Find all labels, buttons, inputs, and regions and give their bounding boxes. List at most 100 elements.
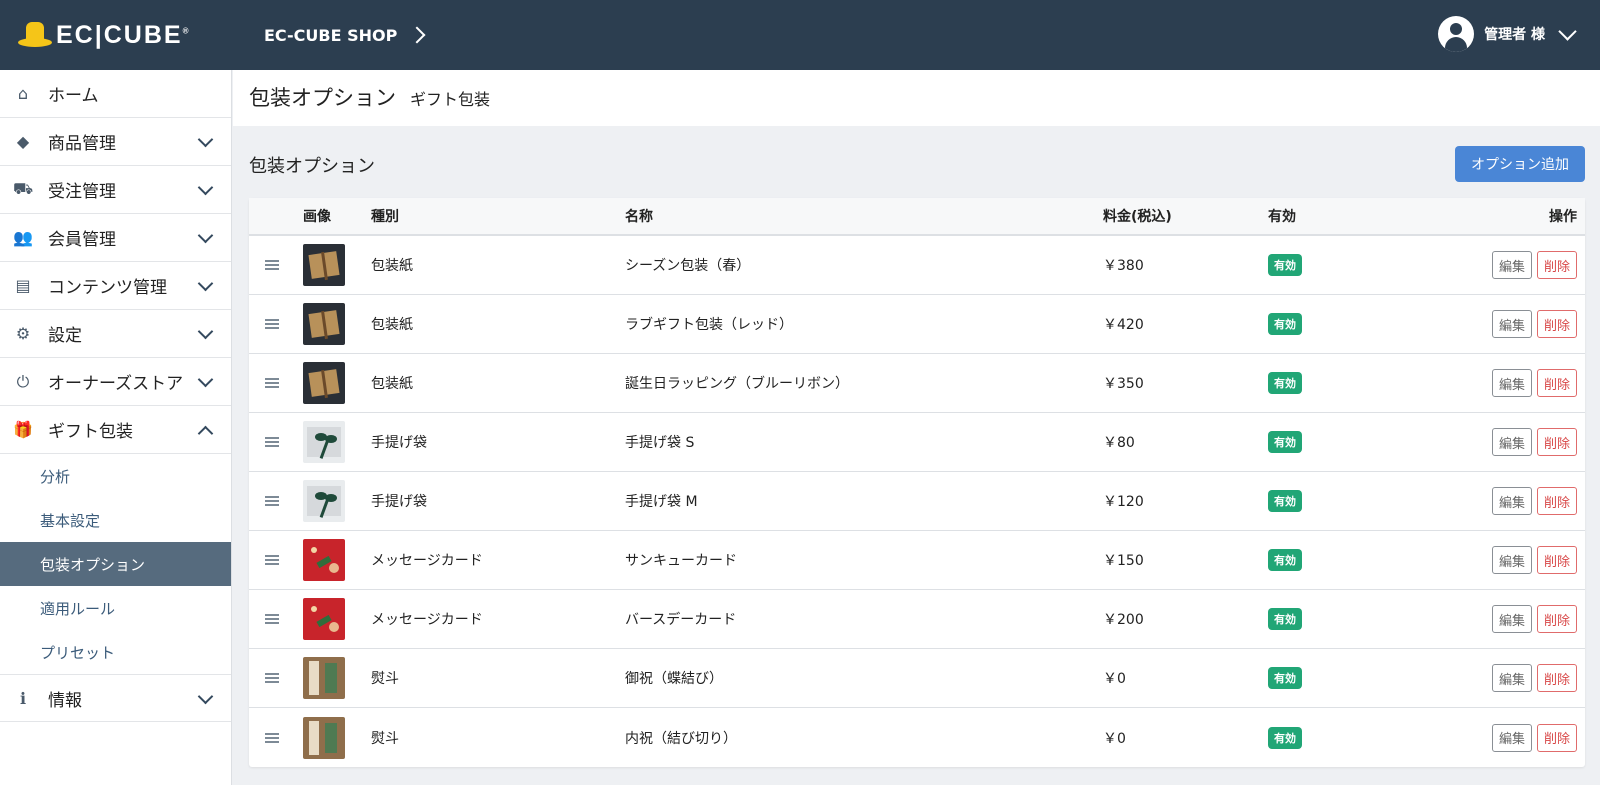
drag-handle-icon[interactable] xyxy=(265,319,279,329)
ec-cube-logo[interactable]: EC|CUBE® xyxy=(18,20,238,50)
shop-name: EC-CUBE SHOP xyxy=(264,25,398,45)
drag-handle-icon[interactable] xyxy=(265,614,279,624)
status-badge: 有効 xyxy=(1268,667,1302,689)
drag-handle-icon[interactable] xyxy=(265,555,279,565)
delete-button[interactable]: 削除 xyxy=(1536,428,1577,456)
hat-logo-icon xyxy=(18,20,52,50)
sidebar-subitem-basic-settings[interactable]: 基本設定 xyxy=(0,498,231,542)
drag-handle-icon[interactable] xyxy=(265,732,279,743)
table-row: 熨斗 御祝（蝶結び） ￥0 有効 編集 削除 xyxy=(249,649,1585,708)
delete-button[interactable]: 削除 xyxy=(1536,546,1577,574)
option-price: ￥0 xyxy=(1103,730,1126,747)
column-header-active: 有効 xyxy=(1268,209,1296,225)
column-header-actions: 操作 xyxy=(1549,209,1577,225)
sidebar-item-label: 情報 xyxy=(48,690,82,711)
column-header-type: 種別 xyxy=(371,209,399,225)
edit-button[interactable]: 編集 xyxy=(1491,487,1532,515)
sidebar-item-label: 設定 xyxy=(48,326,82,346)
option-type: 手提げ袋 xyxy=(371,435,427,451)
edit-button[interactable]: 編集 xyxy=(1491,546,1532,574)
delete-button[interactable]: 削除 xyxy=(1536,664,1577,692)
delete-button[interactable]: 削除 xyxy=(1536,605,1577,633)
drag-handle-icon[interactable] xyxy=(265,496,279,506)
option-price: ￥200 xyxy=(1103,612,1144,628)
delete-button[interactable]: 削除 xyxy=(1536,310,1577,338)
edit-button[interactable]: 編集 xyxy=(1491,723,1532,752)
sidebar-subitem-rules[interactable]: 適用ルール xyxy=(0,586,231,630)
delete-button[interactable]: 削除 xyxy=(1536,369,1577,397)
plug-icon: ⏻ xyxy=(16,371,30,391)
chevron-down-icon xyxy=(197,371,214,388)
edit-button[interactable]: 編集 xyxy=(1491,310,1532,338)
sidebar-subitem-presets[interactable]: プリセット xyxy=(0,630,231,674)
page-title: 包装オプション xyxy=(249,86,396,110)
chevron-down-icon xyxy=(197,323,214,340)
option-name: サンキューカード xyxy=(625,553,737,569)
options-table: 画像 種別 名称 料金(税込) 有効 操作 包装紙 シーズン包装（春） ￥380 有効… xyxy=(249,198,1585,767)
users-icon: 👥 xyxy=(13,228,33,247)
sidebar-item-settings[interactable]: ⚙ 設定 xyxy=(0,310,231,358)
file-icon: ▤ xyxy=(15,276,31,295)
status-badge: 有効 xyxy=(1268,490,1302,512)
edit-button[interactable]: 編集 xyxy=(1491,664,1532,692)
main-content: 包装オプション ギフト包装 包装オプション オプション追加 画像 種別 名称 料… xyxy=(233,70,1600,785)
delete-button[interactable]: 削除 xyxy=(1536,723,1577,752)
option-type: 手提げ袋 xyxy=(371,494,427,510)
sidebar-item-products[interactable]: ◆ 商品管理 xyxy=(0,118,231,166)
sidebar-item-customers[interactable]: 👥 会員管理 xyxy=(0,214,231,262)
sidebar-subitem-wrapping-options[interactable]: 包装オプション xyxy=(0,542,231,586)
sidebar-item-gift-wrapping[interactable]: 🎁 ギフト包装 xyxy=(0,406,231,454)
edit-button[interactable]: 編集 xyxy=(1491,605,1532,633)
shop-link[interactable]: EC-CUBE SHOP xyxy=(264,25,426,45)
sidebar-item-owners-store[interactable]: ⏻ オーナーズストア xyxy=(0,358,231,406)
option-price: ￥150 xyxy=(1103,553,1144,569)
chevron-down-icon xyxy=(197,275,214,292)
option-price: ￥80 xyxy=(1103,435,1135,451)
option-type: 包装紙 xyxy=(371,317,413,333)
user-menu[interactable]: 管理者 様 xyxy=(1438,16,1577,52)
option-name: 手提げ袋 M xyxy=(625,494,698,510)
status-badge: 有効 xyxy=(1268,431,1302,453)
option-thumbnail xyxy=(303,362,345,404)
drag-handle-icon[interactable] xyxy=(265,378,279,388)
sidebar-item-label: 受注管理 xyxy=(48,182,116,202)
option-price: ￥420 xyxy=(1103,317,1144,333)
delete-button[interactable]: 削除 xyxy=(1536,487,1577,515)
sidebar-subitem-analysis[interactable]: 分析 xyxy=(0,454,231,498)
option-thumbnail xyxy=(303,657,345,699)
table-header: 画像 種別 名称 料金(税込) 有効 操作 xyxy=(249,198,1585,236)
sidebar-item-label: コンテンツ管理 xyxy=(48,278,167,298)
section-title: 包装オプション xyxy=(249,156,375,177)
option-name: 誕生日ラッピング（ブルーリボン） xyxy=(625,376,849,392)
edit-button[interactable]: 編集 xyxy=(1491,251,1532,279)
section-header: 包装オプション オプション追加 xyxy=(233,126,1600,196)
option-thumbnail xyxy=(303,303,345,345)
table-row: メッセージカード サンキューカード ￥150 有効 編集 削除 xyxy=(249,531,1585,590)
option-type: 包装紙 xyxy=(371,376,413,392)
status-badge: 有効 xyxy=(1268,608,1302,630)
add-option-button[interactable]: オプション追加 xyxy=(1455,146,1585,182)
option-price: ￥350 xyxy=(1103,376,1144,392)
edit-button[interactable]: 編集 xyxy=(1491,369,1532,397)
option-type: メッセージカード xyxy=(371,553,483,569)
sidebar-item-label: ホーム xyxy=(48,86,99,106)
drag-handle-icon[interactable] xyxy=(265,260,279,270)
drag-handle-icon[interactable] xyxy=(265,437,279,447)
delete-button[interactable]: 削除 xyxy=(1536,251,1577,279)
edit-button[interactable]: 編集 xyxy=(1491,428,1532,456)
drag-handle-icon[interactable] xyxy=(265,673,279,683)
chevron-down-icon xyxy=(197,227,214,244)
option-name: バースデーカード xyxy=(625,612,737,628)
sidebar-item-label: オーナーズストア xyxy=(48,374,184,394)
option-price: ￥380 xyxy=(1103,258,1144,274)
sidebar-item-contents[interactable]: ▤ コンテンツ管理 xyxy=(0,262,231,310)
sidebar-item-home[interactable]: ⌂ ホーム xyxy=(0,70,231,118)
chevron-right-icon xyxy=(408,26,426,44)
table-body: 包装紙 シーズン包装（春） ￥380 有効 編集 削除 包装紙 ラブギフト包装（レッド） ￥42… xyxy=(249,236,1585,767)
sidebar-item-label: 商品管理 xyxy=(48,134,116,154)
status-badge: 有効 xyxy=(1268,372,1302,394)
sidebar-item-info[interactable]: ℹ 情報 xyxy=(0,674,231,722)
gift-icon: 🎁 xyxy=(13,420,33,439)
sidebar-item-orders[interactable]: ⛟ 受注管理 xyxy=(0,166,231,214)
box-icon: ◆ xyxy=(16,132,30,151)
